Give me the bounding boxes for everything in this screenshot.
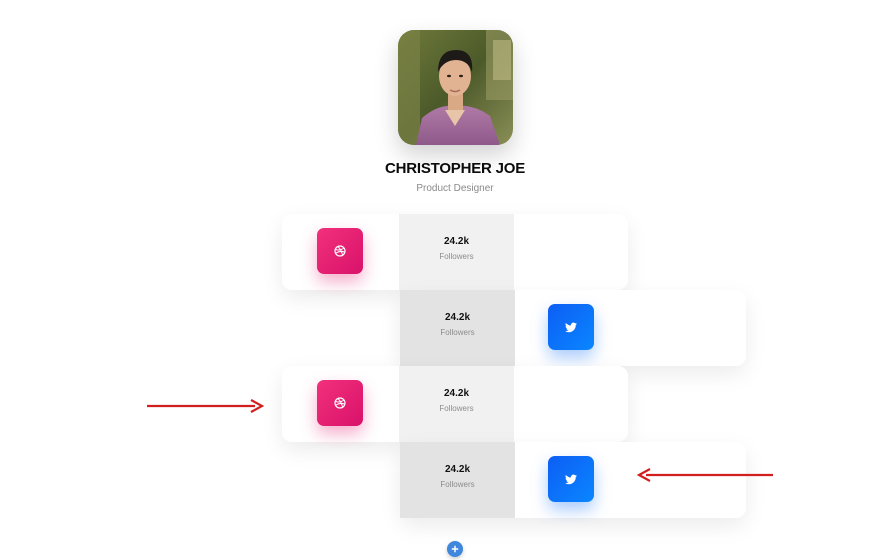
follower-label: Followers [440, 328, 475, 337]
profile-role: Product Designer [416, 183, 494, 194]
twitter-icon [565, 322, 577, 332]
social-card-dribbble: 24.2k Followers [282, 214, 628, 290]
follower-count: 24.2k [443, 236, 470, 247]
profile-name: CHRISTOPHER JOE [384, 160, 526, 177]
follower-stat: 24.2k Followers [400, 290, 515, 366]
follower-stat: 24.2k Followers [399, 214, 514, 290]
twitter-icon-button[interactable] [548, 456, 594, 502]
plus-icon [451, 545, 459, 553]
follower-label: Followers [440, 480, 475, 489]
follower-stat: 24.2k Followers [400, 442, 515, 518]
twitter-icon [565, 474, 577, 484]
follower-label: Followers [439, 404, 474, 413]
dribbble-icon-button[interactable] [317, 380, 363, 426]
follower-stat: 24.2k Followers [399, 366, 514, 442]
follower-label: Followers [439, 252, 474, 261]
profile-avatar [398, 30, 513, 145]
follower-count: 24.2k [444, 312, 471, 323]
add-button[interactable] [447, 541, 463, 557]
follower-count: 24.2k [444, 464, 471, 475]
follower-count: 24.2k [443, 388, 470, 399]
social-card-dribbble: 24.2k Followers [282, 366, 628, 442]
annotation-arrow-left [636, 468, 773, 482]
social-card-twitter: 24.2k Followers [400, 290, 746, 366]
dribbble-icon [334, 245, 346, 257]
twitter-icon-button[interactable] [548, 304, 594, 350]
annotation-arrow-right [147, 399, 265, 413]
dribbble-icon [334, 397, 346, 409]
dribbble-icon-button[interactable] [317, 228, 363, 274]
